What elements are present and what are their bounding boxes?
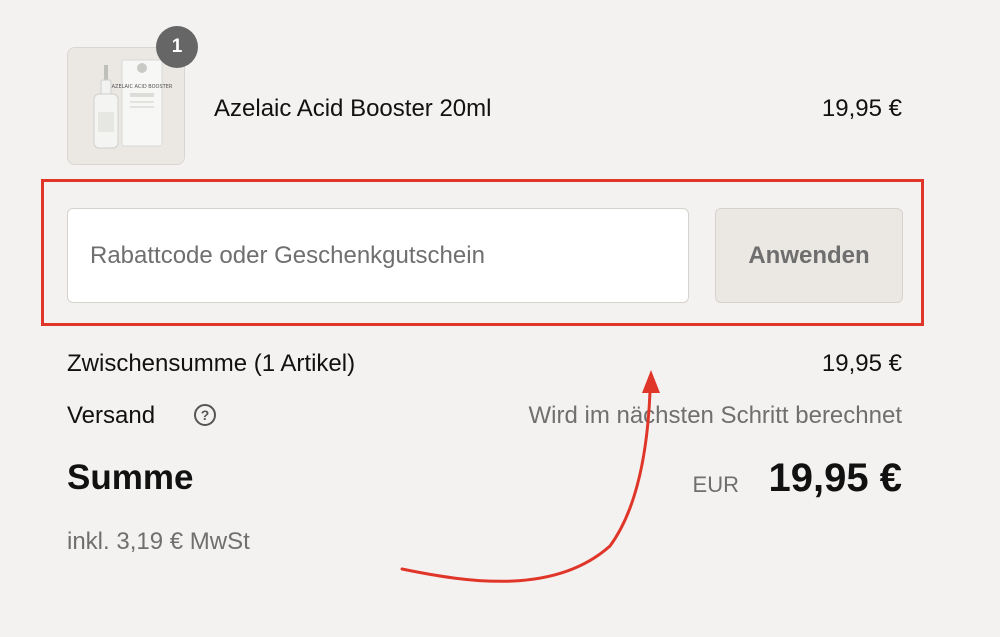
total-currency: EUR <box>692 472 739 497</box>
tax-note: inkl. 3,19 € MwSt <box>67 528 250 555</box>
subtotal-label: Zwischensumme (1 Artikel) <box>67 350 356 377</box>
question-circle-icon[interactable]: ? <box>194 404 216 426</box>
product-name: Azelaic Acid Booster 20ml <box>214 95 492 122</box>
total-value: 19,95 € <box>768 456 902 500</box>
product-price: 19,95 € <box>821 95 902 122</box>
shipping-label: Versand <box>67 402 156 429</box>
annotation-arrow-head <box>642 370 660 393</box>
subtotal-value: 19,95 € <box>821 350 902 377</box>
quantity-badge: 1 <box>156 26 198 68</box>
shipping-value: Wird im nächsten Schritt berechnet <box>528 402 903 429</box>
discount-code-input[interactable] <box>67 208 689 303</box>
apply-discount-button[interactable]: Anwenden <box>715 208 903 303</box>
total-label: Summe <box>67 458 194 497</box>
package-text: AZELAIC ACID BOOSTER <box>112 84 173 90</box>
